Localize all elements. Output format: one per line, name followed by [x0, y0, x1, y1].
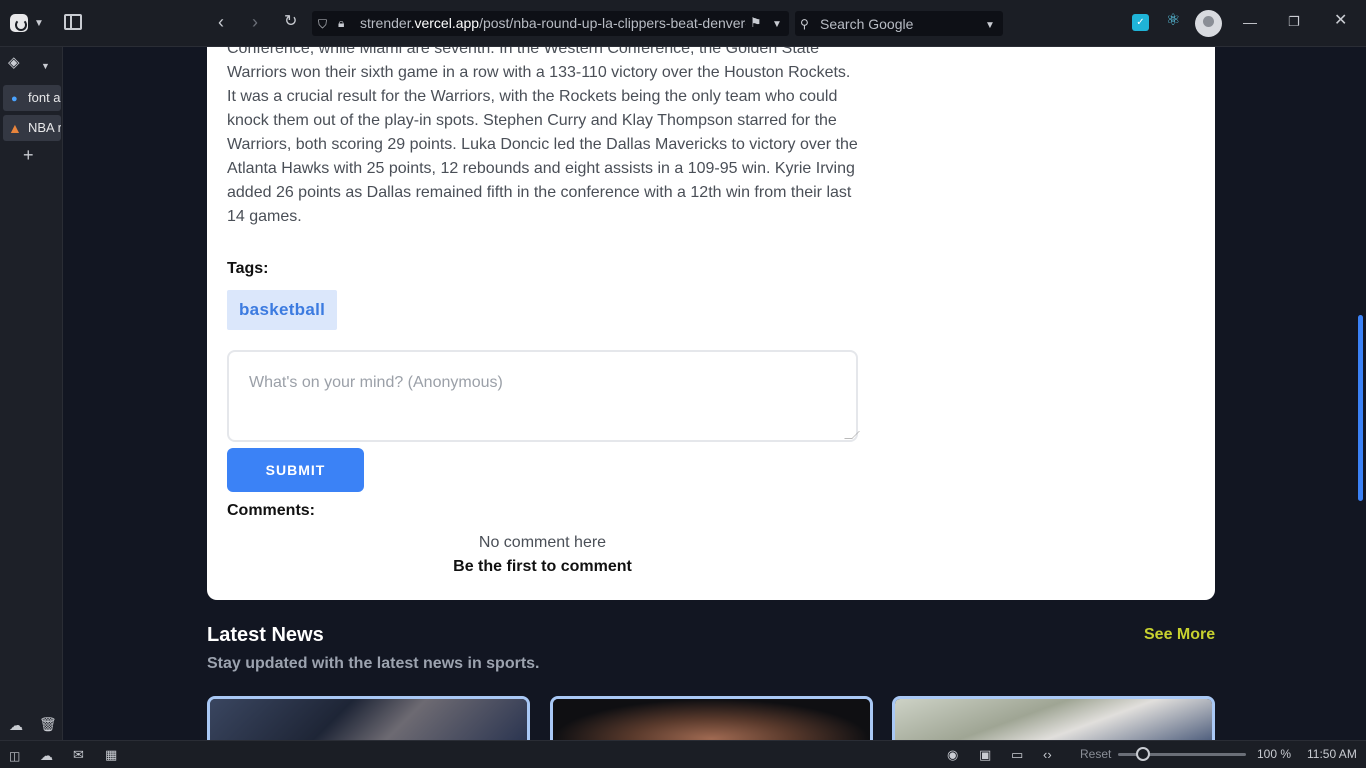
zoom-slider[interactable]	[1118, 747, 1246, 761]
article-card: Conference, while Miami are seventh. In …	[207, 47, 1215, 600]
profile-avatar[interactable]	[1195, 10, 1222, 37]
tags-label: Tags:	[227, 260, 269, 277]
minimize-icon[interactable]: —	[1243, 14, 1257, 30]
trash-icon[interactable]: 🗑︎	[39, 716, 57, 732]
url-dropdown-icon[interactable]: ▼	[772, 17, 782, 33]
calendar-icon[interactable]: ▦	[105, 747, 117, 763]
empty-comments-text: No comment here	[478, 534, 607, 551]
search-icon: ⚲	[800, 17, 809, 31]
camera-icon[interactable]: ◉	[947, 747, 958, 763]
page-tiling-icon[interactable]: ▭	[1011, 747, 1023, 763]
zoom-level: 100 %	[1257, 747, 1292, 761]
react-devtools-icon[interactable]: ⚛	[1166, 13, 1180, 29]
zoom-slider-handle[interactable]	[1136, 747, 1150, 761]
latest-news-title: Latest News	[207, 624, 324, 646]
panel-dropdown-icon[interactable]: ▼	[41, 58, 50, 74]
news-card-image	[895, 699, 1212, 740]
zoom-reset-button[interactable]: Reset	[1080, 747, 1111, 761]
status-bar: ◫ ☁ ✉ ▦ ◉ ▣ ▭ ‹› Reset 100 % 11:50 AM	[0, 740, 1366, 768]
see-more-link[interactable]: See More	[1144, 626, 1215, 644]
search-placeholder: Search Google	[820, 16, 914, 32]
browser-logo-icon[interactable]	[10, 14, 28, 32]
code-icon[interactable]: ‹›	[1043, 747, 1052, 763]
close-icon[interactable]: ✕	[1334, 13, 1347, 29]
lock-icon[interactable]: 🔒︎	[338, 15, 344, 31]
comment-input[interactable]	[227, 350, 858, 442]
cloud-icon[interactable]: ☁	[9, 717, 23, 733]
image-icon[interactable]: ▣	[979, 747, 991, 763]
news-card-2[interactable]	[550, 696, 873, 740]
mail-icon[interactable]: ✉	[73, 747, 84, 763]
scrollbar-thumb[interactable]	[1358, 315, 1363, 501]
restore-icon[interactable]: ❐	[1288, 14, 1300, 30]
side-tab-nba[interactable]: ▲ NBA r	[3, 115, 61, 141]
news-card-1[interactable]	[207, 696, 530, 740]
latest-news-subtitle: Stay updated with the latest news in spo…	[207, 655, 540, 672]
bookmark-icon[interactable]: ⚑	[750, 15, 762, 31]
comments-label: Comments:	[227, 502, 316, 519]
add-tab-icon[interactable]: +	[23, 146, 34, 164]
address-bar[interactable]: ⛉ 🔒︎ strender.vercel.app/post/nba-round-…	[312, 11, 789, 36]
back-icon[interactable]: ‹	[218, 13, 224, 31]
side-panel: ◈ ▼ ● font a ▲ NBA r + ☁ 🗑︎	[0, 47, 63, 740]
news-card-image	[210, 699, 527, 740]
search-box[interactable]: ⚲ Search Google ▼	[795, 11, 1003, 36]
panel-toggle-icon[interactable]: ◫	[9, 748, 20, 764]
extension-icon[interactable]: ✓	[1132, 14, 1149, 31]
page-content: Conference, while Miami are seventh. In …	[63, 47, 1359, 740]
menu-chevron-icon[interactable]: ▼	[34, 16, 44, 32]
tab-favicon-icon: ▲	[8, 120, 22, 136]
clock: 11:50 AM	[1307, 747, 1357, 761]
empty-comments-cta: Be the first to comment	[453, 558, 632, 575]
article-body: Conference, while Miami are seventh. In …	[227, 47, 858, 225]
side-tab-font[interactable]: ● font a	[3, 85, 61, 111]
tab-favicon-icon: ●	[11, 93, 18, 105]
reload-icon[interactable]: ↻	[284, 14, 297, 30]
browser-toolbar: ▼ ‹ › ↻ ⛉ 🔒︎ strender.vercel.app/post/nb…	[0, 0, 1366, 47]
submit-button[interactable]: SUBMIT	[227, 448, 364, 492]
sync-cloud-icon[interactable]: ☁	[40, 748, 53, 764]
shield-icon[interactable]: ⛉	[318, 16, 327, 32]
news-card-image	[553, 699, 870, 740]
tag-basketball[interactable]: basketball	[227, 290, 338, 330]
layers-icon[interactable]: ◈	[8, 55, 20, 71]
forward-icon[interactable]: ›	[252, 13, 258, 31]
url-text[interactable]: strender.vercel.app/post/nba-round-up-la…	[360, 15, 746, 31]
news-card-3[interactable]	[892, 696, 1215, 740]
panel-toggle-icon[interactable]	[64, 14, 82, 30]
search-engine-dropdown-icon[interactable]: ▼	[985, 18, 995, 34]
